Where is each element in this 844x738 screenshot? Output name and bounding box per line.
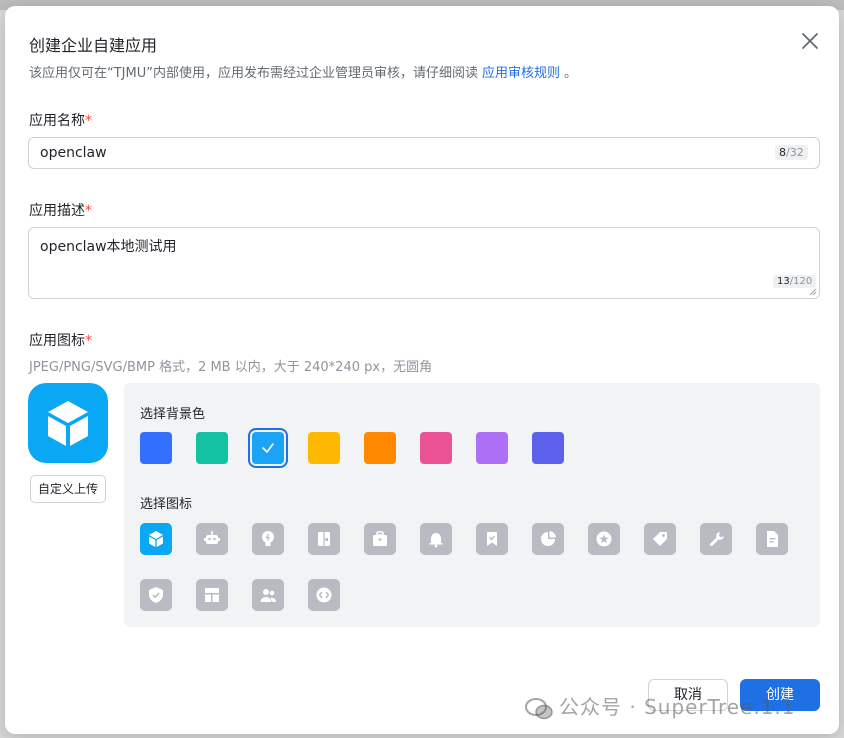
bg-color-swatch[interactable] bbox=[364, 432, 396, 464]
app-name-counter: 8/32 bbox=[775, 145, 808, 160]
create-app-dialog: 创建企业自建应用 该应用仅可在“TJMU”内部使用，应用发布需经过企业管理员审核… bbox=[5, 6, 839, 734]
icon-option[interactable] bbox=[700, 523, 732, 555]
bg-color-swatch[interactable] bbox=[308, 432, 340, 464]
bg-color-swatch[interactable] bbox=[252, 432, 284, 464]
subtitle-text: 该应用仅可在“TJMU”内部使用，应用发布需经过企业管理员审核，请仔细阅读 bbox=[29, 66, 478, 81]
icon-option[interactable] bbox=[140, 523, 172, 555]
shield-check-icon bbox=[149, 587, 163, 603]
app-name-label: 应用名称* bbox=[29, 110, 92, 130]
icon-option[interactable] bbox=[364, 523, 396, 555]
app-desc-count: 13 bbox=[777, 276, 790, 287]
watermark-text: 公众号 · SuperTree.1.1 bbox=[559, 695, 796, 719]
icon-option[interactable] bbox=[756, 523, 788, 555]
bg-color-swatch[interactable] bbox=[140, 432, 172, 464]
required-mark: * bbox=[85, 203, 92, 219]
required-mark: * bbox=[85, 333, 92, 349]
bg-color-swatch[interactable] bbox=[532, 432, 564, 464]
icon-option[interactable] bbox=[308, 523, 340, 555]
app-icon-preview bbox=[28, 383, 108, 463]
bg-color-swatch[interactable] bbox=[196, 432, 228, 464]
icon-option[interactable] bbox=[252, 523, 284, 555]
close-icon[interactable] bbox=[799, 30, 821, 52]
bg-color-section-label: 选择背景色 bbox=[140, 407, 206, 422]
file-text-icon bbox=[767, 531, 778, 547]
icon-option[interactable] bbox=[588, 523, 620, 555]
app-desc-value: openclaw本地测试用 bbox=[40, 239, 177, 255]
app-name-label-text: 应用名称 bbox=[29, 113, 85, 129]
bookmark-check-icon bbox=[487, 532, 497, 546]
review-rules-link[interactable]: 应用审核规则 bbox=[482, 66, 560, 81]
cube-icon bbox=[149, 531, 163, 547]
app-desc-counter: 13/120 bbox=[773, 275, 817, 288]
app-desc-max: /120 bbox=[789, 276, 813, 287]
icon-option[interactable] bbox=[420, 523, 452, 555]
app-desc-textarea[interactable]: openclaw本地测试用 13/120 bbox=[28, 227, 820, 299]
layout-icon bbox=[205, 588, 219, 602]
robot-icon bbox=[204, 531, 220, 544]
star-badge-icon bbox=[596, 531, 612, 547]
app-desc-label-text: 应用描述 bbox=[29, 203, 85, 219]
resize-handle-icon[interactable] bbox=[809, 288, 817, 296]
wechat-icon bbox=[525, 697, 553, 719]
icon-option[interactable] bbox=[308, 579, 340, 611]
app-name-max: /32 bbox=[786, 146, 804, 159]
dialog-subtitle: 该应用仅可在“TJMU”内部使用，应用发布需经过企业管理员审核，请仔细阅读 应用审… bbox=[29, 62, 577, 81]
pie-chart-icon bbox=[541, 531, 556, 546]
watermark: 公众号 · SuperTree.1.1 bbox=[525, 691, 796, 720]
code-icon bbox=[316, 587, 332, 603]
bg-color-swatch[interactable] bbox=[476, 432, 508, 464]
briefcase-icon bbox=[373, 531, 387, 546]
subtitle-end: 。 bbox=[564, 66, 578, 81]
icon-option[interactable] bbox=[644, 523, 676, 555]
check-icon bbox=[262, 443, 274, 453]
custom-upload-button[interactable]: 自定义上传 bbox=[30, 475, 106, 503]
icon-option[interactable] bbox=[476, 523, 508, 555]
app-name-count: 8 bbox=[779, 146, 786, 159]
tag-icon bbox=[653, 532, 667, 546]
icon-option[interactable] bbox=[140, 579, 172, 611]
icon-option[interactable] bbox=[532, 523, 564, 555]
icon-option[interactable] bbox=[252, 579, 284, 611]
app-icon-label-text: 应用图标 bbox=[29, 333, 85, 349]
icon-option[interactable] bbox=[196, 523, 228, 555]
icon-option[interactable] bbox=[196, 579, 228, 611]
cube-icon bbox=[48, 401, 88, 446]
bell-icon bbox=[429, 533, 443, 548]
app-desc-label: 应用描述* bbox=[29, 200, 92, 220]
document-split-icon bbox=[318, 532, 330, 546]
icon-format-hint: JPEG/PNG/SVG/BMP 格式，2 MB 以内，大于 240*240 p… bbox=[29, 360, 433, 375]
app-name-value: openclaw bbox=[40, 145, 107, 161]
app-icon-label: 应用图标* bbox=[29, 330, 92, 350]
app-name-input[interactable]: openclaw 8/32 bbox=[28, 137, 820, 169]
dialog-title: 创建企业自建应用 bbox=[29, 36, 158, 55]
people-icon bbox=[260, 589, 277, 602]
bg-color-swatch[interactable] bbox=[420, 432, 452, 464]
lightbulb-icon bbox=[262, 531, 274, 546]
wrench-icon bbox=[709, 532, 724, 547]
required-mark: * bbox=[85, 113, 92, 129]
icon-section-label: 选择图标 bbox=[140, 497, 193, 512]
icon-picker-panel: 选择背景色 选择图标 bbox=[124, 383, 820, 627]
